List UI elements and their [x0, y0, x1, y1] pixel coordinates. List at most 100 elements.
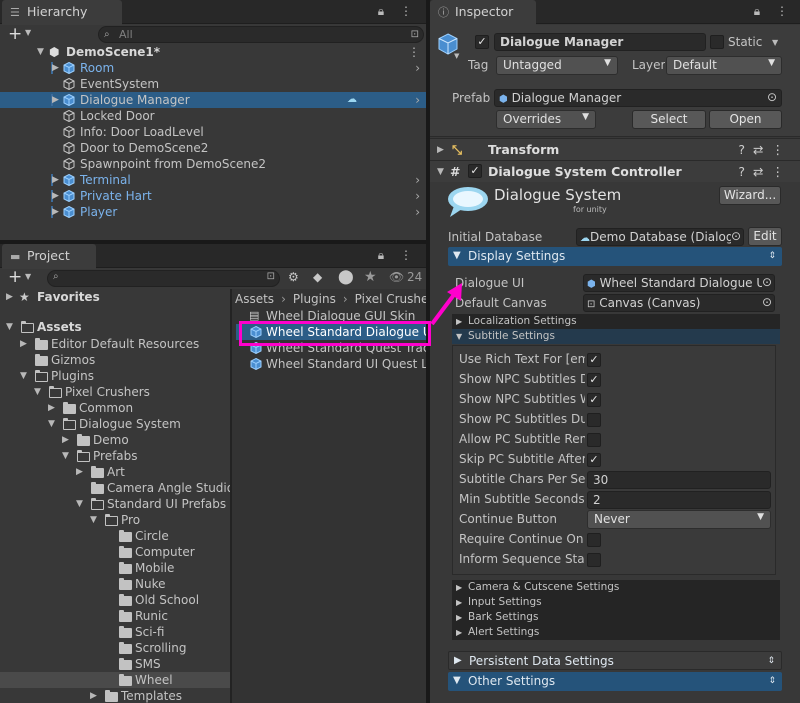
expand-arrow-icon[interactable]: ▼	[37, 44, 44, 60]
breadcrumb-item[interactable]: Pixel Crushers	[355, 292, 426, 306]
hierarchy-item[interactable]: ▶ Dialogue Manager ☁ ›	[0, 92, 426, 108]
hierarchy-tab-controls[interactable]: 🔒︎ ⋮	[378, 4, 418, 19]
star-icon[interactable]: ★	[364, 269, 377, 285]
search-options-icon[interactable]: ⊡	[267, 271, 275, 282]
hierarchy-item[interactable]: EventSystem	[0, 76, 426, 92]
hierarchy-item[interactable]: ▶ Private Hart ›	[0, 188, 426, 204]
expand-arrow-icon[interactable]: ▶	[6, 289, 13, 305]
warning-icon[interactable]: ⬤	[338, 269, 354, 285]
controller-header[interactable]: ▼ # ✓ Dialogue System Controller ?⇄⋮	[430, 160, 800, 182]
layer-dropdown[interactable]: Default ▼	[666, 56, 782, 75]
default-canvas-field[interactable]: ⊡ Canvas (Canvas) ⊙	[583, 294, 775, 312]
subtitle-setting-checkbox[interactable]: ✓	[587, 453, 601, 467]
expand-arrow-icon[interactable]: ▶	[76, 464, 83, 480]
open-button[interactable]: Open	[709, 110, 782, 129]
hierarchy-item[interactable]: ▶ Player ›	[0, 204, 426, 220]
other-settings-foldout[interactable]: ▼ Other Settings ⇕	[448, 672, 782, 691]
hierarchy-item[interactable]: Door to DemoScene2	[0, 140, 426, 156]
scene-row[interactable]: ▼ ⬢ DemoScene1* ⋮	[0, 44, 426, 60]
subtitle-setting-checkbox[interactable]: ✓	[587, 373, 601, 387]
tab-project[interactable]: ▬ Project	[2, 244, 96, 269]
chevron-right-icon[interactable]: ›	[415, 172, 420, 188]
settings-foldout[interactable]: ▶ Camera & Cutscene Settings	[452, 580, 780, 595]
project-folder-item[interactable]: ▶ Demo	[0, 432, 230, 448]
wizard-button[interactable]: Wizard...	[719, 186, 781, 205]
edit-database-button[interactable]: Edit	[748, 227, 782, 246]
chevron-right-icon[interactable]: ›	[415, 60, 420, 76]
chevron-down-icon[interactable]: ▼	[772, 38, 778, 47]
expand-arrow-icon[interactable]: ▶	[52, 172, 59, 188]
expand-arrow-icon[interactable]: ▼	[90, 512, 97, 528]
transform-header[interactable]: ▶ ⤡ Transform ?⇄⋮	[430, 138, 800, 160]
overrides-dropdown[interactable]: Overrides ▼	[496, 110, 596, 129]
project-tab-controls[interactable]: 🔒︎ ⋮	[378, 248, 418, 263]
project-folder-item[interactable]: ▶ Editor Default Resources	[0, 336, 230, 352]
project-folder-item[interactable]: ▼ Pixel Crushers	[0, 384, 230, 400]
active-checkbox[interactable]: ✓	[475, 35, 489, 49]
project-folder-item[interactable]: Circle	[0, 528, 230, 544]
component-controls[interactable]: ?⇄⋮	[738, 161, 792, 182]
expand-arrow-icon[interactable]: ▼	[6, 319, 13, 335]
tab-inspector[interactable]: ⓘ Inspector	[430, 0, 536, 25]
persistent-data-foldout[interactable]: ▶ Persistent Data Settings ⇕	[448, 651, 782, 670]
scene-menu-icon[interactable]: ⋮	[408, 44, 420, 60]
display-settings-foldout[interactable]: ▼ Display Settings ⇕	[448, 247, 782, 266]
hierarchy-item[interactable]: Info: Door LoadLevel	[0, 124, 426, 140]
hierarchy-item[interactable]: Locked Door	[0, 108, 426, 124]
expand-arrow-icon[interactable]: ▼	[48, 416, 55, 432]
settings-foldout[interactable]: ▶ Alert Settings	[452, 625, 780, 640]
breadcrumb-item[interactable]: Assets	[235, 292, 274, 306]
project-folder-item[interactable]: ▼ Dialogue System	[0, 416, 230, 432]
hierarchy-add-button[interactable]: +	[8, 24, 22, 44]
project-folder-item[interactable]: ▼ Assets	[0, 319, 230, 335]
continue-button-dropdown[interactable]: Never ▼	[587, 510, 771, 529]
project-folder-item[interactable]: ▼ Plugins	[0, 368, 230, 384]
project-folder-item[interactable]: ▶ Art	[0, 464, 230, 480]
expand-arrow-icon[interactable]: ▶	[52, 188, 59, 204]
object-name-field[interactable]: Dialogue Manager	[494, 33, 706, 51]
expand-arrow-icon[interactable]: ▶	[90, 688, 97, 703]
chevron-right-icon[interactable]: ›	[415, 188, 420, 204]
tag-dropdown[interactable]: Untagged ▼	[496, 56, 618, 75]
expand-arrow-icon[interactable]: ▼	[76, 496, 83, 512]
prefab-field[interactable]: ⬢ Dialogue Manager ⊙	[494, 89, 782, 107]
project-folder-item[interactable]: Sci-fi	[0, 624, 230, 640]
subtitle-settings-foldout[interactable]: ▼ Subtitle Settings	[452, 329, 780, 344]
project-add-button[interactable]: +	[8, 267, 22, 287]
subtitle-setting-input[interactable]: 2	[587, 491, 771, 509]
expand-arrow-icon[interactable]: ▶	[52, 204, 59, 220]
eye-icon[interactable]: 👁︎	[389, 270, 404, 284]
project-folder-item[interactable]: ▼ Standard UI Prefabs	[0, 496, 230, 512]
hierarchy-item[interactable]: ▶ Room ›	[0, 60, 426, 76]
project-folder-item[interactable]: ▶ Templates	[0, 688, 230, 703]
object-picker-icon[interactable]: ⊙	[767, 90, 777, 104]
subtitle-setting-checkbox[interactable]	[587, 413, 601, 427]
project-folder-item[interactable]: Wheel	[0, 672, 230, 688]
static-checkbox[interactable]	[710, 35, 724, 49]
hierarchy-search-input[interactable]: ⌕ All ⊡	[98, 26, 424, 43]
project-folder-item[interactable]: Gizmos	[0, 352, 230, 368]
component-controls[interactable]: ?⇄⋮	[738, 139, 792, 160]
dialogue-ui-field[interactable]: ⬢ Wheel Standard Dialogue UI ⊙	[583, 274, 775, 292]
expand-arrow-icon[interactable]: ▶	[20, 336, 27, 352]
project-folder-item[interactable]: ▼ Pro	[0, 512, 230, 528]
inspector-tab-controls[interactable]: 🔒︎ ⋮	[754, 4, 794, 19]
expand-arrow-icon[interactable]: ▼	[20, 368, 27, 384]
project-folder-item[interactable]: Runic	[0, 608, 230, 624]
expand-arrow-icon[interactable]: ▶	[62, 432, 69, 448]
chevron-down-icon[interactable]: ▼	[25, 28, 31, 37]
settings-foldout[interactable]: ▶ Bark Settings	[452, 610, 780, 625]
subtitle-setting-checkbox[interactable]: ✓	[587, 353, 601, 367]
expand-arrow-icon[interactable]: ▼	[437, 164, 444, 180]
project-folder-item[interactable]: ▼ Prefabs	[0, 448, 230, 464]
select-button[interactable]: Select	[632, 110, 706, 129]
expand-arrow-icon[interactable]: ▶	[52, 60, 59, 76]
subtitle-setting-input[interactable]: 30	[587, 471, 771, 489]
project-folder-item[interactable]: ▶ Common	[0, 400, 230, 416]
project-folder-item[interactable]: Mobile	[0, 560, 230, 576]
expand-arrow-icon[interactable]: ▶	[48, 400, 55, 416]
chevron-down-icon[interactable]: ▼	[25, 272, 31, 281]
filter-type-icon[interactable]: ⚙	[288, 270, 299, 284]
subtitle-setting-checkbox[interactable]	[587, 433, 601, 447]
component-enabled-checkbox[interactable]: ✓	[468, 164, 482, 178]
